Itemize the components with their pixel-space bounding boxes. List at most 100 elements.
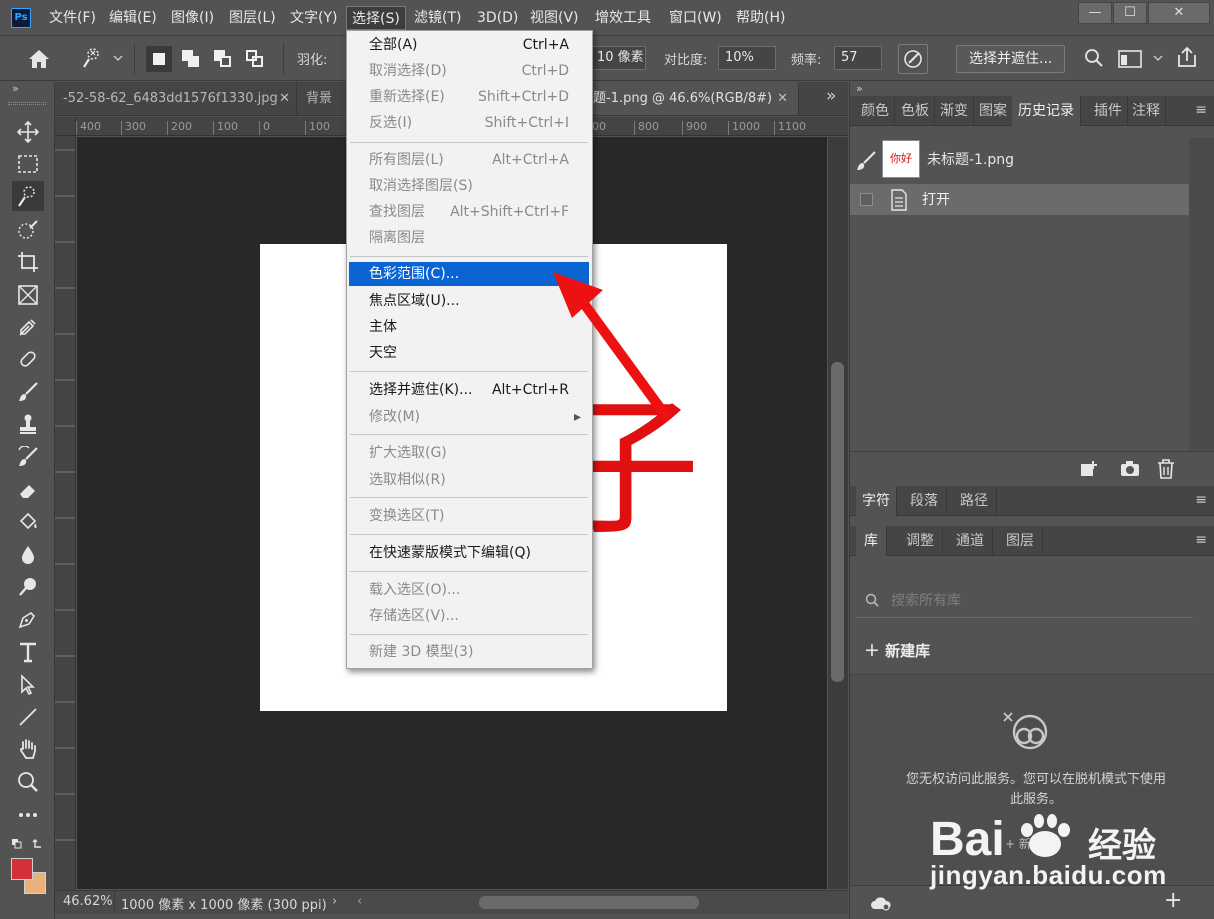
hand-tool-icon[interactable] [12, 734, 44, 764]
blur-tool-icon[interactable] [12, 540, 44, 570]
menu-item-all-layers[interactable]: 所有图层(L) Alt+Ctrl+A [349, 148, 589, 172]
tab-paragraph[interactable]: 段落 [902, 486, 947, 516]
menu-image[interactable]: 图像(I) [166, 6, 219, 30]
menu-item-new-3d-model[interactable]: 新建 3D 模型(3) [349, 640, 589, 664]
eyedropper-tool-icon[interactable] [12, 312, 44, 342]
tab-adjustments[interactable]: 调整 [898, 526, 943, 556]
menu-type[interactable]: 文字(Y) [285, 6, 342, 30]
menu-edit[interactable]: 编辑(E) [104, 6, 162, 30]
default-swap-colors-icon[interactable] [11, 837, 45, 851]
tab-gradients[interactable]: 渐变 [935, 96, 974, 126]
type-tool-icon[interactable] [12, 637, 44, 667]
maximize-button[interactable]: ☐ [1113, 2, 1147, 24]
scroll-left-icon[interactable]: ‹ [357, 894, 362, 909]
tab-channels[interactable]: 通道 [948, 526, 993, 556]
move-tool-icon[interactable] [12, 117, 44, 147]
menu-view[interactable]: 视图(V) [525, 6, 584, 30]
menu-layer[interactable]: 图层(L) [224, 6, 281, 30]
line-tool-icon[interactable] [12, 702, 44, 732]
close-window-button[interactable]: ✕ [1148, 2, 1210, 24]
quick-selection-tool-icon[interactable] [80, 45, 106, 71]
add-item-icon[interactable]: + [1164, 888, 1182, 913]
toolbar-collapse-icon[interactable]: » [12, 82, 19, 95]
tab-color[interactable]: 颜色 [856, 96, 895, 126]
library-search-field[interactable]: 搜索所有库 [855, 582, 1193, 618]
menu-item-deselect-layers[interactable]: 取消选择图层(S) [349, 174, 589, 198]
menu-item-color-range[interactable]: 色彩范围(C)... [349, 262, 589, 286]
marquee-tool-icon[interactable] [12, 149, 44, 179]
panel-menu-icon[interactable]: ≡ [1195, 492, 1207, 508]
new-document-from-state-icon[interactable] [1079, 460, 1099, 478]
cloud-sync-icon[interactable] [870, 895, 892, 911]
select-and-mask-button[interactable]: 选择并遮住... [956, 45, 1066, 73]
menu-item-quick-mask[interactable]: 在快速蒙版模式下编辑(Q) [349, 541, 589, 565]
panel-collapse-icon[interactable]: » [856, 82, 863, 95]
clone-stamp-tool-icon[interactable] [12, 409, 44, 439]
history-step[interactable]: 打开 [850, 184, 1189, 215]
width-input[interactable]: 10 像素 [591, 46, 646, 70]
quick-selection-tool-icon[interactable] [12, 181, 44, 211]
tab-history[interactable]: 历史记录 [1012, 96, 1081, 126]
new-selection-button[interactable] [146, 46, 172, 72]
pen-tool-icon[interactable] [12, 604, 44, 634]
menu-window[interactable]: 窗口(W) [664, 6, 727, 30]
snapshot-thumbnail[interactable]: 你好 [882, 140, 920, 178]
tab-libraries[interactable]: 库 [856, 526, 887, 556]
menu-item-modify[interactable]: 修改(M) ▸ [349, 405, 589, 429]
menu-item-find-layers[interactable]: 查找图层 Alt+Shift+Ctrl+F [349, 200, 589, 224]
panel-menu-icon[interactable]: ≡ [1195, 102, 1207, 118]
zoom-tool-icon[interactable] [12, 767, 44, 797]
document-info[interactable]: 1000 像素 x 1000 像素 (300 ppi) [121, 894, 327, 913]
menu-item-focus-area[interactable]: 焦点区域(U)... [349, 289, 589, 313]
foreground-color-swatch[interactable] [11, 858, 33, 880]
crop-tool-icon[interactable] [12, 247, 44, 277]
panel-menu-icon[interactable]: ≡ [1195, 532, 1207, 548]
tab-overflow-icon[interactable]: » [826, 86, 836, 106]
camera-icon[interactable] [1120, 460, 1140, 478]
menu-item-load-selection[interactable]: 载入选区(O)... [349, 578, 589, 602]
frame-tool-icon[interactable] [12, 280, 44, 310]
path-selection-tool-icon[interactable] [12, 670, 44, 700]
vertical-scrollbar-thumb[interactable] [831, 362, 844, 682]
more-tools-icon[interactable] [12, 800, 44, 830]
menu-item-deselect[interactable]: 取消选择(D) Ctrl+D [349, 59, 589, 83]
tab-document-2[interactable]: 背景 [298, 82, 348, 115]
eraser-tool-icon[interactable] [12, 475, 44, 505]
snapshot-name[interactable]: 未标题-1.png [927, 149, 1014, 169]
history-brush-tool-icon[interactable] [12, 442, 44, 472]
close-icon[interactable]: ✕ [279, 82, 290, 115]
menu-item-similar[interactable]: 选取相似(R) [349, 468, 589, 492]
menu-item-subject[interactable]: 主体 [349, 315, 589, 339]
tab-document-active[interactable]: 题-1.png @ 46.6%(RGB/8#) ✕ [593, 82, 799, 115]
intersect-selection-button[interactable] [242, 46, 268, 72]
menu-file[interactable]: 文件(F) [44, 6, 101, 30]
tab-paths[interactable]: 路径 [952, 486, 997, 516]
healing-brush-tool-icon[interactable] [12, 344, 44, 374]
minimize-button[interactable]: — [1078, 2, 1112, 24]
chevron-down-icon[interactable] [1153, 55, 1163, 61]
menu-filter[interactable]: 滤镜(T) [409, 6, 466, 30]
vertical-scrollbar[interactable] [828, 137, 848, 889]
chevron-down-icon[interactable] [113, 55, 123, 61]
menu-item-inverse[interactable]: 反选(I) Shift+Ctrl+I [349, 111, 589, 135]
search-icon[interactable] [1084, 48, 1104, 68]
trash-icon[interactable] [1157, 459, 1175, 479]
pen-pressure-button[interactable] [898, 44, 928, 74]
new-library-button[interactable]: + 新建库 [864, 639, 930, 661]
workspace-icon[interactable] [1118, 50, 1142, 68]
home-icon[interactable] [28, 49, 50, 69]
menu-item-select-all[interactable]: 全部(A) Ctrl+A [349, 33, 589, 57]
history-step-checkbox[interactable] [860, 193, 873, 206]
tab-patterns[interactable]: 图案 [974, 96, 1013, 126]
menu-plugins[interactable]: 增效工具 [590, 6, 656, 30]
contrast-input[interactable]: 10% [718, 46, 776, 70]
chevron-right-icon[interactable]: › [332, 894, 337, 909]
dodge-tool-icon[interactable] [12, 572, 44, 602]
frequency-input[interactable]: 57 [834, 46, 882, 70]
menu-item-reselect[interactable]: 重新选择(E) Shift+Ctrl+D [349, 85, 589, 109]
ruler-origin[interactable] [55, 117, 76, 136]
history-scrollbar[interactable] [1189, 138, 1214, 450]
menu-item-transform-selection[interactable]: 变换选区(T) [349, 504, 589, 528]
brush-tool-icon[interactable] [12, 377, 44, 407]
object-selection-tool-icon[interactable] [12, 215, 44, 245]
